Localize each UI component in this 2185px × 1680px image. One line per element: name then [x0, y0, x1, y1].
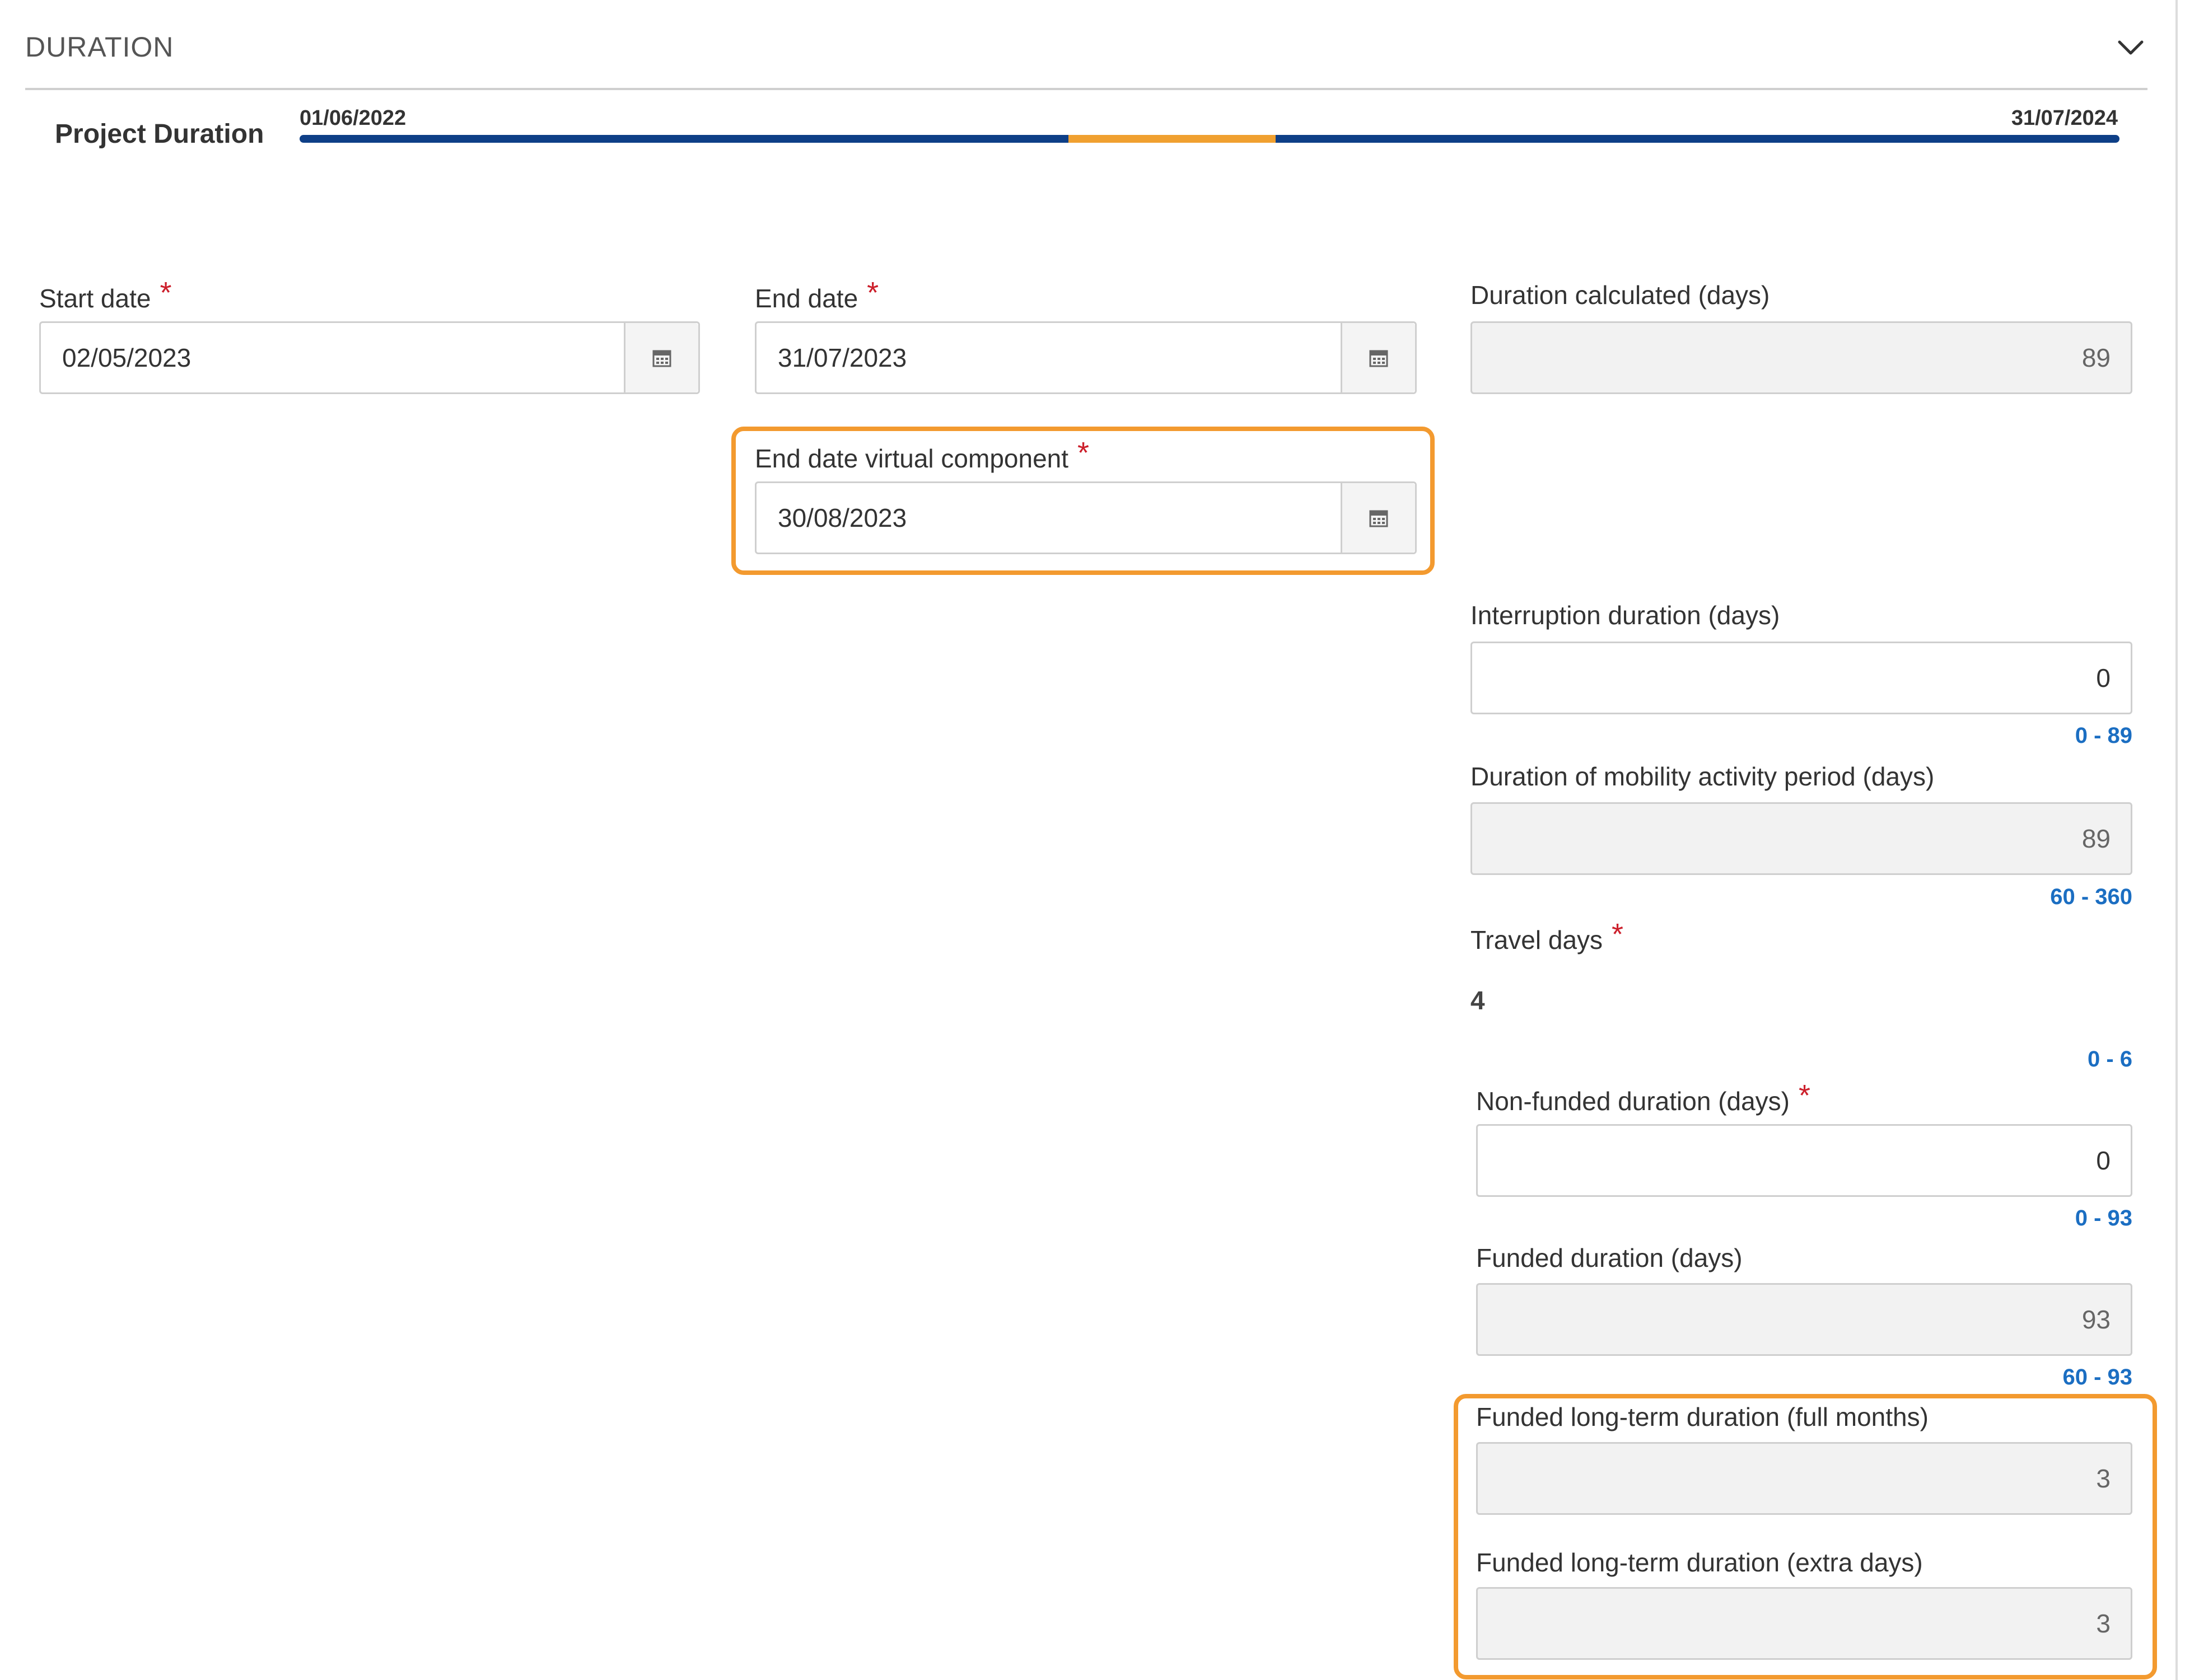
required-marker: *: [160, 276, 172, 310]
travel-days-range: 0 - 6: [2087, 1047, 2132, 1071]
section-title: DURATION: [25, 31, 174, 63]
timeline-start-date: 01/06/2022: [300, 106, 407, 130]
funded-long-term-months-field: 3: [1476, 1442, 2132, 1515]
funded-duration-range: 60 - 93: [2062, 1365, 2132, 1389]
end-date-input[interactable]: 31/07/2023: [755, 321, 1417, 394]
calendar-icon[interactable]: [624, 323, 698, 392]
required-marker: *: [1799, 1079, 1811, 1112]
start-date-label: Start date *: [39, 276, 172, 313]
non-funded-duration-label: Non-funded duration (days) *: [1476, 1079, 1811, 1116]
funded-long-term-extra-days-label: Funded long-term duration (extra days): [1476, 1548, 1923, 1577]
chevron-down-icon[interactable]: [2114, 31, 2147, 64]
duration-calculated-value: 89: [2081, 343, 2111, 372]
calendar-icon[interactable]: [1341, 483, 1415, 553]
mobility-duration-value: 89: [2081, 824, 2111, 853]
scrollbar-track[interactable]: [2175, 0, 2178, 1680]
end-date-virtual-input[interactable]: 30/08/2023: [755, 481, 1417, 554]
funded-duration-field: 93: [1476, 1283, 2132, 1356]
funded-long-term-extra-days-field: 3: [1476, 1587, 2132, 1660]
interruption-duration-input[interactable]: 0: [1470, 642, 2132, 714]
section-divider: [25, 88, 2147, 90]
end-date-label: End date *: [755, 276, 879, 313]
duration-calculated-label: Duration calculated (days): [1470, 280, 1770, 310]
end-date-virtual-label: End date virtual component *: [755, 436, 1090, 473]
mobility-duration-label: Duration of mobility activity period (da…: [1470, 762, 1935, 791]
funded-long-term-extra-days-value: 3: [2096, 1609, 2111, 1638]
interruption-duration-value: 0: [2096, 663, 2111, 692]
travel-days-label: Travel days *: [1470, 918, 1624, 954]
required-marker: *: [1077, 436, 1090, 470]
start-date-value: 02/05/2023: [62, 343, 192, 372]
end-date-value: 31/07/2023: [778, 343, 907, 372]
timeline-end-date: 31/07/2024: [2011, 106, 2118, 130]
end-date-virtual-value: 30/08/2023: [778, 503, 907, 532]
mobility-duration-range: 60 - 360: [2050, 885, 2132, 909]
non-funded-duration-value: 0: [2096, 1146, 2111, 1175]
funded-long-term-months-label: Funded long-term duration (full months): [1476, 1402, 1929, 1431]
funded-duration-label: Funded duration (days): [1476, 1243, 1743, 1272]
non-funded-duration-range: 0 - 93: [2075, 1206, 2132, 1230]
calendar-icon[interactable]: [1341, 323, 1415, 392]
required-marker: *: [867, 276, 879, 310]
travel-days-value: 4: [1470, 986, 1485, 1015]
duration-calculated-field: 89: [1470, 321, 2132, 394]
project-duration-label: Project Duration: [55, 119, 264, 149]
funded-duration-value: 93: [2081, 1305, 2111, 1334]
funded-long-term-months-value: 3: [2096, 1464, 2111, 1493]
interruption-duration-range: 0 - 89: [2075, 723, 2132, 748]
timeline-activity-segment: [1068, 135, 1276, 143]
start-date-input[interactable]: 02/05/2023: [39, 321, 700, 394]
non-funded-duration-input[interactable]: 0: [1476, 1124, 2132, 1197]
mobility-duration-field: 89: [1470, 802, 2132, 875]
required-marker: *: [1612, 918, 1624, 951]
interruption-duration-label: Interruption duration (days): [1470, 601, 1780, 630]
